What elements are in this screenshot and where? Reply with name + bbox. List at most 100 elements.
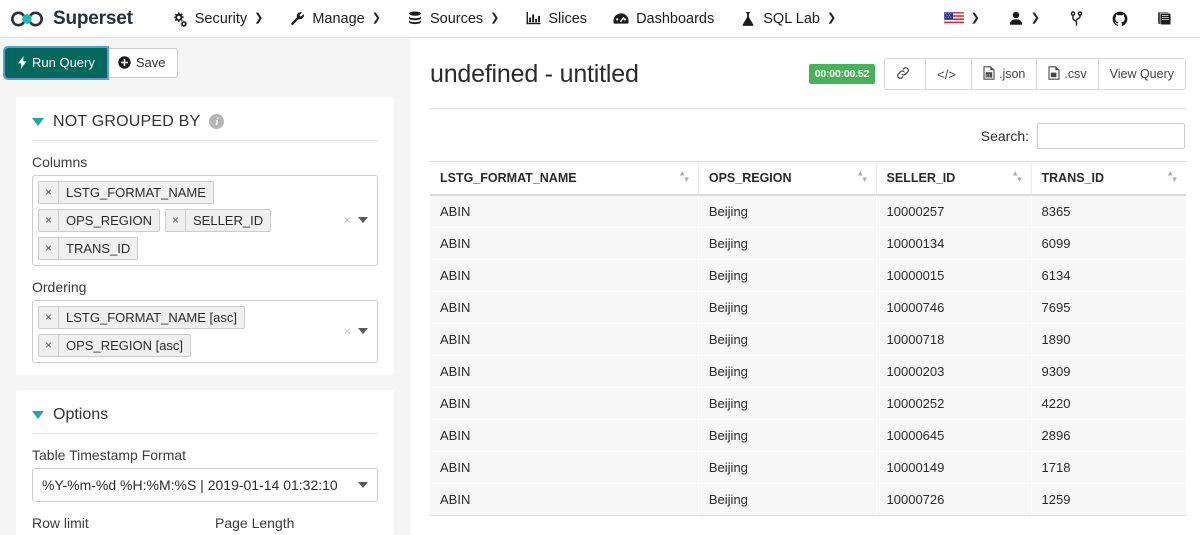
caret-down-icon[interactable]	[32, 410, 44, 419]
view-query-button[interactable]: View Query	[1097, 59, 1185, 89]
caret-down-icon[interactable]	[358, 217, 368, 224]
gears-icon	[172, 11, 188, 27]
column-header-seller-id[interactable]: SELLER_ID	[876, 161, 1032, 196]
user-menu[interactable]: ❯	[994, 4, 1054, 34]
table-row[interactable]: ABIN Beijing 10000015 6134	[430, 259, 1186, 292]
options-header[interactable]: Options	[16, 402, 394, 433]
table-cell: ABIN	[430, 387, 699, 420]
table-cell: 8365	[1031, 195, 1186, 228]
version-branch-link[interactable]	[1054, 4, 1098, 34]
remove-tag-icon[interactable]: ×	[39, 334, 60, 356]
remove-tag-icon[interactable]: ×	[39, 209, 60, 231]
run-query-button[interactable]: Run Query	[3, 46, 109, 80]
sort-icon[interactable]	[857, 171, 867, 186]
table-row[interactable]: ABIN Beijing 10000134 6099	[430, 227, 1186, 260]
nav-item-manage[interactable]: Manage ❯	[276, 4, 394, 34]
table-cell: 6134	[1031, 259, 1186, 292]
column-header-lstg-format-name[interactable]: LSTG_FORMAT_NAME	[430, 161, 699, 196]
caret-down-icon[interactable]	[358, 481, 368, 488]
columns-field: Columns × LSTG_FORMAT_NAME × OPS_REGION …	[16, 141, 394, 266]
sort-icon[interactable]	[1168, 171, 1177, 186]
ordering-field: Ordering × LSTG_FORMAT_NAME [asc] × OPS_…	[16, 266, 394, 363]
nav-item-slices[interactable]: Slices	[512, 4, 600, 34]
embed-code-button[interactable]: </>	[925, 59, 971, 89]
chevron-down-icon: ❯	[254, 12, 264, 24]
language-selector[interactable]: ❯	[930, 4, 994, 34]
table-row[interactable]: ABIN Beijing 10000726 1259	[430, 483, 1186, 516]
remove-tag-icon[interactable]: ×	[39, 237, 60, 259]
column-tag[interactable]: × LSTG_FORMAT_NAME	[38, 180, 214, 204]
table-row[interactable]: ABIN Beijing 10000149 1718	[430, 451, 1186, 484]
ordering-multiselect[interactable]: × LSTG_FORMAT_NAME [asc] × OPS_REGION [a…	[32, 299, 378, 363]
search-input[interactable]	[1037, 123, 1185, 149]
table-row[interactable]: ABIN Beijing 10000257 8365	[430, 195, 1186, 228]
nav-item-dashboards[interactable]: Dashboards	[600, 4, 727, 34]
table-cell: Beijing	[698, 451, 877, 484]
table-row[interactable]: ABIN Beijing 10000203 9309	[430, 355, 1186, 388]
navbar-menu: Security ❯ Manage ❯ Sources ❯ Slices Das…	[159, 4, 930, 34]
table-row[interactable]: ABIN Beijing 10000718 1890	[430, 323, 1186, 356]
ordering-tag[interactable]: × LSTG_FORMAT_NAME [asc]	[38, 305, 245, 329]
limit-row: Row limit 10 × Page Length Select 9	[16, 502, 394, 535]
column-tag[interactable]: × SELLER_ID	[164, 208, 272, 232]
sort-icon[interactable]	[679, 171, 689, 186]
table-row[interactable]: ABIN Beijing 10000252 4220	[430, 387, 1186, 420]
tag-label: OPS_REGION	[66, 212, 152, 228]
timestamp-format-select[interactable]: %Y-%m-%d %H:%M:%S | 2019-01-14 01:32:10	[32, 467, 378, 502]
github-link[interactable]	[1098, 4, 1142, 34]
column-tag[interactable]: × OPS_REGION	[38, 208, 160, 232]
remove-tag-icon[interactable]: ×	[39, 181, 60, 203]
remove-tag-icon[interactable]: ×	[166, 209, 186, 231]
infinity-logo-icon	[10, 11, 44, 27]
column-tag[interactable]: × TRANS_ID	[38, 236, 139, 260]
caret-down-icon[interactable]	[358, 328, 368, 335]
lightning-bolt-icon	[17, 56, 27, 70]
column-header-ops-region[interactable]: OPS_REGION	[698, 161, 877, 196]
us-flag-icon	[943, 11, 964, 27]
export-json-button[interactable]: { } .json	[970, 59, 1037, 89]
not-grouped-by-header[interactable]: NOT GROUPED BY i	[16, 109, 394, 140]
table-cell: 2896	[1031, 419, 1186, 452]
save-button[interactable]: Save	[106, 48, 178, 78]
chart-panel: undefined - untitled 00:00:00.52 </> {}…	[410, 38, 1200, 535]
table-row[interactable]: ABIN Beijing 10000746 7695	[430, 291, 1186, 324]
not-grouped-by-card: NOT GROUPED BY i Columns × LSTG_FORMAT_N…	[16, 96, 394, 375]
sort-icon[interactable]	[1012, 171, 1022, 186]
nav-item-sql-lab[interactable]: SQL Lab ❯	[727, 4, 849, 34]
tag-label: LSTG_FORMAT_NAME	[66, 184, 206, 200]
documentation-link[interactable]	[1142, 4, 1186, 34]
timestamp-format-field: Table Timestamp Format %Y-%m-%d %H:%M:%S…	[16, 434, 394, 502]
table-cell: ABIN	[430, 291, 699, 324]
columns-multiselect[interactable]: × LSTG_FORMAT_NAME × OPS_REGION × SELLER…	[32, 174, 378, 266]
remove-tag-icon[interactable]: ×	[39, 306, 60, 328]
table-cell: Beijing	[698, 483, 877, 516]
table-cell: ABIN	[430, 323, 699, 356]
chart-header: undefined - untitled 00:00:00.52 </> {}…	[430, 58, 1186, 90]
github-icon	[1112, 11, 1128, 27]
clear-all-icon[interactable]: ×	[343, 213, 351, 228]
bar-chart-icon	[525, 11, 541, 27]
row-limit-field: Row limit 10 ×	[32, 515, 195, 535]
brand-home-link[interactable]: Superset	[10, 8, 133, 30]
info-circle-icon[interactable]: i	[209, 114, 225, 130]
nav-item-label: Security	[194, 10, 248, 27]
nav-item-sources[interactable]: Sources ❯	[394, 4, 512, 34]
clear-all-icon[interactable]: ×	[343, 324, 351, 339]
table-row[interactable]: ABIN Beijing 10000645 2896	[430, 419, 1186, 452]
table-cell: Beijing	[698, 291, 877, 324]
column-header-trans-id[interactable]: TRANS_ID	[1031, 161, 1186, 196]
code-branch-icon	[1068, 10, 1084, 27]
table-cell: Beijing	[698, 323, 877, 356]
caret-down-icon[interactable]	[32, 117, 44, 126]
file-json-icon: { }	[983, 65, 995, 83]
table-cell: 10000252	[876, 387, 1032, 420]
columns-label: Columns	[32, 153, 88, 170]
ordering-tag[interactable]: × OPS_REGION [asc]	[38, 333, 192, 357]
flask-icon	[740, 11, 756, 27]
export-csv-button[interactable]: .csv	[1036, 59, 1098, 89]
nav-item-security[interactable]: Security ❯	[159, 4, 277, 34]
ordering-label: Ordering	[32, 278, 87, 295]
table-cell: ABIN	[430, 451, 699, 484]
share-link-button[interactable]	[885, 59, 926, 89]
table-cell: ABIN	[430, 259, 699, 292]
